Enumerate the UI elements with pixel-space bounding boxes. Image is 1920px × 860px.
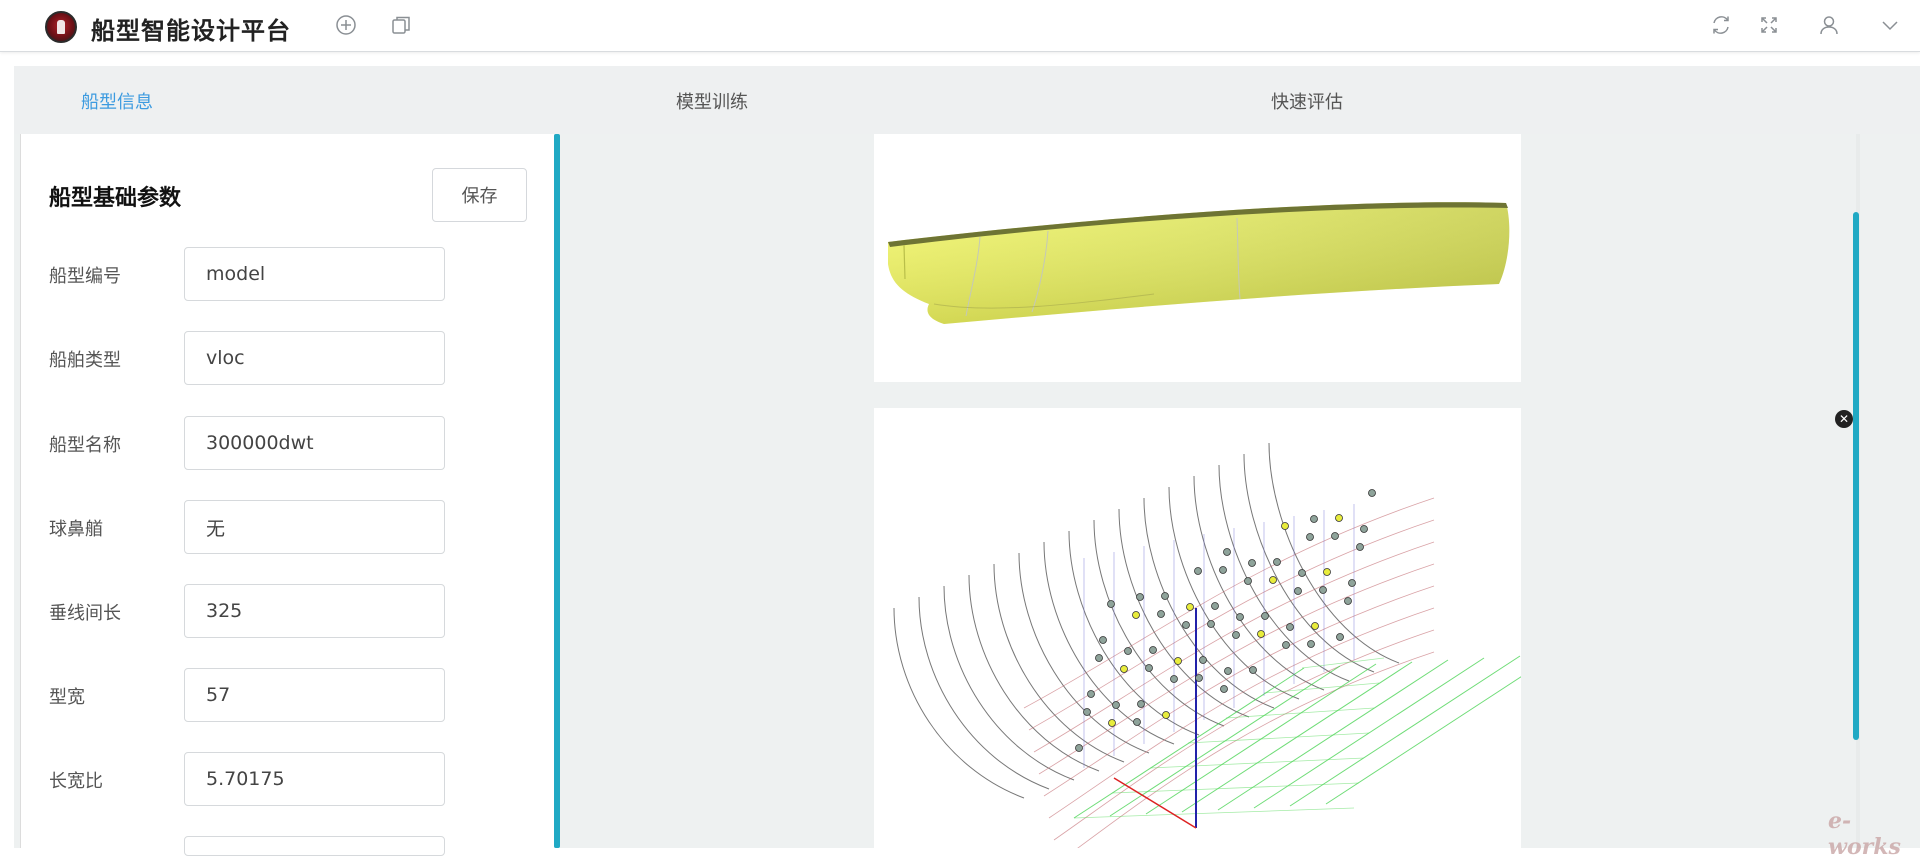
length-beam-ratio-input[interactable] — [184, 752, 445, 806]
app-header: 船型智能设计平台 — [0, 0, 1920, 52]
params-panel: 船型基础参数 保存 船型编号 船舶类型 船型名称 球鼻艏 垂线间长 型宽 长宽比 — [20, 134, 554, 856]
field-label-ship-type: 船舶类型 — [49, 350, 121, 371]
tab-quick-evaluation[interactable]: 快速评估 — [1271, 88, 1343, 114]
field-label-beam: 型宽 — [49, 687, 85, 708]
field-label-lpp: 垂线间长 — [49, 603, 121, 624]
tab-model-training[interactable]: 模型训练 — [676, 88, 748, 114]
add-circle-icon[interactable] — [335, 14, 357, 36]
next-field-input[interactable] — [184, 836, 445, 856]
app-logo — [45, 11, 77, 43]
right-scrollbar[interactable] — [1853, 212, 1859, 740]
hull-render-image — [888, 202, 1510, 324]
left-panel-scrollbar[interactable] — [554, 134, 560, 848]
field-label-length-beam-ratio: 长宽比 — [49, 771, 103, 792]
ship-type-input[interactable] — [184, 331, 445, 385]
model-name-input[interactable] — [184, 416, 445, 470]
tab-ship-info[interactable]: 船型信息 — [81, 88, 153, 114]
field-label-model-name: 船型名称 — [49, 435, 121, 456]
close-icon[interactable]: ✕ — [1835, 410, 1853, 428]
panel-title: 船型基础参数 — [49, 186, 182, 211]
watermark-logo: e-works — [1828, 808, 1901, 860]
hull-render-card — [874, 134, 1521, 382]
model-id-input[interactable] — [184, 247, 445, 301]
fullscreen-icon[interactable] — [1758, 14, 1780, 36]
app-title: 船型智能设计平台 — [91, 17, 291, 45]
user-icon[interactable] — [1818, 14, 1840, 36]
beam-input[interactable] — [184, 668, 445, 722]
hull-wireframe-image — [893, 442, 1557, 860]
hull-wireframe-card — [874, 408, 1557, 860]
field-label-model-id: 船型编号 — [49, 266, 121, 287]
tab-bar: 船型信息 模型训练 快速评估 — [14, 66, 1920, 134]
bulbous-bow-input[interactable] — [184, 500, 445, 554]
chevron-down-icon[interactable] — [1879, 14, 1901, 36]
save-button[interactable]: 保存 — [432, 168, 527, 222]
refresh-icon[interactable] — [1710, 14, 1732, 36]
copy-icon[interactable] — [390, 14, 412, 36]
field-label-bulbous-bow: 球鼻艏 — [49, 519, 103, 540]
lpp-input[interactable] — [184, 584, 445, 638]
